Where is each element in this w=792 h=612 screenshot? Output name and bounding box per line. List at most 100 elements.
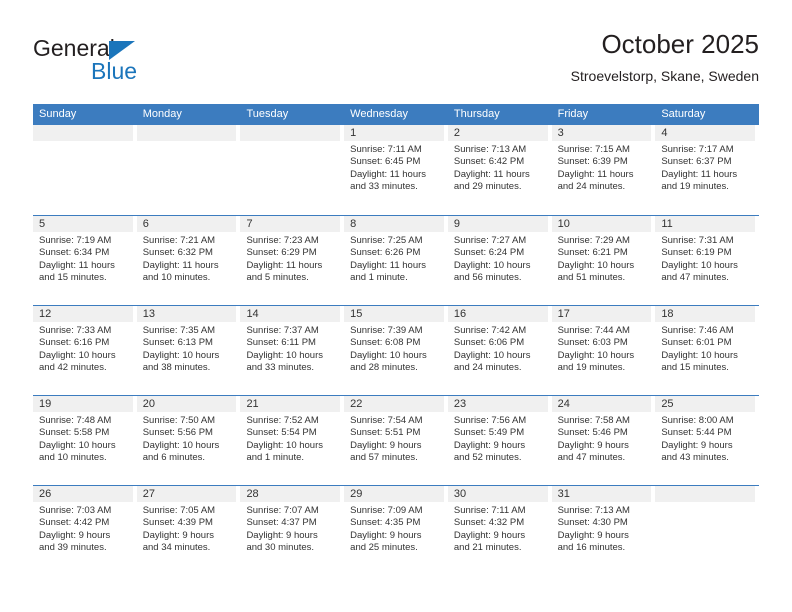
daylight-text-line1: Daylight: 10 hours <box>246 439 324 451</box>
calendar-day-cell[interactable]: 11 Sunrise: 7:31 AM Sunset: 6:19 PM Dayligh… <box>655 216 759 305</box>
calendar-day-cell[interactable]: 21 Sunrise: 7:52 AM Sunset: 5:54 PM Dayligh… <box>240 396 344 485</box>
day-number: 15 <box>344 306 444 322</box>
sunset-text: Sunset: 5:56 PM <box>142 427 213 439</box>
calendar-day-cell[interactable]: 13 Sunrise: 7:35 AM Sunset: 6:13 PM Dayligh… <box>136 306 241 395</box>
day-number: 3 <box>551 125 652 141</box>
daylight-text-line1: Daylight: 9 hours <box>39 529 111 541</box>
sunset-text: Sunset: 6:42 PM <box>453 156 525 168</box>
daylight-text-line2: and 52 minutes. <box>453 452 522 464</box>
daylight-text-line1: Daylight: 11 hours <box>142 259 219 271</box>
day-number: 14 <box>240 306 341 322</box>
day-sun-info: Sunrise: 7:13 AM Sunset: 4:30 PM Daylight:… <box>552 502 652 555</box>
calendar-day-cell[interactable]: 18 Sunrise: 7:46 AM Sunset: 6:01 PM Dayligh… <box>655 306 759 395</box>
sunset-text: Sunset: 6:06 PM <box>453 337 525 349</box>
calendar-day-cell[interactable]: 17 Sunrise: 7:44 AM Sunset: 6:03 PM Dayligh… <box>551 306 656 395</box>
sunrise-text: Sunrise: 7:23 AM <box>246 235 319 246</box>
day-number: 24 <box>551 396 652 412</box>
page-title: October 2025 <box>601 29 759 59</box>
daylight-text-line2: and 21 minutes. <box>453 542 522 554</box>
calendar-day-cell[interactable]: 25 Sunrise: 8:00 AM Sunset: 5:44 PM Dayligh… <box>655 396 759 485</box>
calendar-day-cell[interactable]: 26 Sunrise: 7:03 AM Sunset: 4:42 PM Dayligh… <box>33 486 137 575</box>
sunrise-text: Sunrise: 7:54 AM <box>350 415 423 426</box>
day-number: 17 <box>551 306 652 322</box>
day-number: 16 <box>447 306 548 322</box>
daylight-text-line2: and 47 minutes. <box>661 272 729 284</box>
day-number: 1 <box>344 125 444 141</box>
weekday-header-tuesday: Tuesday <box>246 108 289 120</box>
calendar-weeks: 1 Sunrise: 7:11 AM Sunset: 6:45 PM Daylight… <box>33 125 759 575</box>
calendar-day-cell[interactable]: 27 Sunrise: 7:05 AM Sunset: 4:39 PM Dayligh… <box>136 486 241 575</box>
sunset-text: Sunset: 4:30 PM <box>557 517 628 529</box>
day-sun-info: Sunrise: 8:00 AM Sunset: 5:44 PM Daylight:… <box>655 412 755 465</box>
weekday-header-saturday: Saturday <box>661 108 706 120</box>
calendar-day-cell[interactable]: 8 Sunrise: 7:25 AM Sunset: 6:26 PM Daylight… <box>344 216 448 305</box>
day-number: 11 <box>655 216 756 232</box>
calendar-day-cell[interactable]: 7 Sunrise: 7:23 AM Sunset: 6:29 PM Daylight… <box>240 216 344 305</box>
calendar-day-cell[interactable]: 31 Sunrise: 7:13 AM Sunset: 4:30 PM Dayligh… <box>551 486 656 575</box>
sunset-text: Sunset: 6:21 PM <box>557 247 628 259</box>
daylight-text-line2: and 24 minutes. <box>453 362 522 374</box>
calendar-day-cell[interactable]: 3 Sunrise: 7:15 AM Sunset: 6:39 PM Daylight… <box>551 125 656 215</box>
calendar-day-cell[interactable]: 20 Sunrise: 7:50 AM Sunset: 5:56 PM Dayligh… <box>136 396 241 485</box>
day-sun-info: Sunrise: 7:44 AM Sunset: 6:03 PM Daylight:… <box>552 322 652 375</box>
weekday-header-wednesday: Wednesday <box>350 108 409 120</box>
calendar-day-cell[interactable]: 24 Sunrise: 7:58 AM Sunset: 5:46 PM Dayligh… <box>551 396 656 485</box>
sunrise-text: Sunrise: 7:37 AM <box>246 325 319 336</box>
calendar-day-cell[interactable]: 10 Sunrise: 7:29 AM Sunset: 6:21 PM Dayligh… <box>551 216 656 305</box>
calendar-day-cell[interactable]: 30 Sunrise: 7:11 AM Sunset: 4:32 PM Dayligh… <box>447 486 552 575</box>
day-number: 29 <box>344 486 444 502</box>
calendar-day-cell[interactable]: 28 Sunrise: 7:07 AM Sunset: 4:37 PM Dayligh… <box>240 486 344 575</box>
calendar-day-cell[interactable]: 5 Sunrise: 7:19 AM Sunset: 6:34 PM Daylight… <box>33 216 137 305</box>
daylight-text-line1: Daylight: 10 hours <box>246 349 324 361</box>
calendar-day-cell[interactable]: 16 Sunrise: 7:42 AM Sunset: 6:06 PM Dayligh… <box>447 306 552 395</box>
sunset-text: Sunset: 6:08 PM <box>350 337 421 349</box>
general-blue-logo: General Blue <box>33 36 213 92</box>
day-sun-info: Sunrise: 7:50 AM Sunset: 5:56 PM Daylight:… <box>137 412 237 465</box>
calendar-day-cell[interactable]: 4 Sunrise: 7:17 AM Sunset: 6:37 PM Daylight… <box>655 125 759 215</box>
daylight-text-line1: Daylight: 10 hours <box>39 439 116 451</box>
calendar-day-cell[interactable]: 22 Sunrise: 7:54 AM Sunset: 5:51 PM Dayligh… <box>344 396 448 485</box>
calendar-day-cell[interactable]: 6 Sunrise: 7:21 AM Sunset: 6:32 PM Daylight… <box>136 216 241 305</box>
sunrise-text: Sunrise: 7:50 AM <box>142 415 216 426</box>
sunset-text: Sunset: 4:32 PM <box>453 517 525 529</box>
sunset-text: Sunset: 5:58 PM <box>39 427 110 439</box>
sunset-text: Sunset: 4:35 PM <box>350 517 421 529</box>
day-sun-info: Sunrise: 7:58 AM Sunset: 5:46 PM Daylight:… <box>552 412 652 465</box>
sunrise-text: Sunrise: 7:03 AM <box>39 505 112 516</box>
daylight-text-line2: and 51 minutes. <box>557 272 626 284</box>
sunset-text: Sunset: 6:19 PM <box>661 247 732 259</box>
calendar-day-cell[interactable]: 29 Sunrise: 7:09 AM Sunset: 4:35 PM Dayligh… <box>344 486 448 575</box>
calendar-day-cell[interactable]: 23 Sunrise: 7:56 AM Sunset: 5:49 PM Dayligh… <box>447 396 552 485</box>
calendar-day-cell[interactable]: 2 Sunrise: 7:13 AM Sunset: 6:42 PM Daylight… <box>447 125 552 215</box>
day-number: 31 <box>551 486 652 502</box>
daylight-text-line2: and 10 minutes. <box>142 272 211 284</box>
weekday-header-friday: Friday <box>557 108 589 120</box>
day-number: 13 <box>136 306 237 322</box>
day-sun-info: Sunrise: 7:23 AM Sunset: 6:29 PM Daylight:… <box>240 232 340 285</box>
daylight-text-line2: and 30 minutes. <box>246 542 315 554</box>
daylight-text-line2: and 24 minutes. <box>557 181 626 193</box>
day-number <box>33 125 133 141</box>
day-sun-info: Sunrise: 7:56 AM Sunset: 5:49 PM Daylight:… <box>448 412 548 465</box>
weekday-header-row: Sunday Monday Tuesday Wednesday Thursday… <box>33 104 759 125</box>
day-sun-info: Sunrise: 7:03 AM Sunset: 4:42 PM Daylight:… <box>33 502 133 555</box>
daylight-text-line2: and 1 minute. <box>350 272 408 284</box>
day-sun-info: Sunrise: 7:11 AM Sunset: 4:32 PM Daylight:… <box>448 502 548 555</box>
daylight-text-line2: and 16 minutes. <box>557 542 626 554</box>
sunrise-text: Sunrise: 7:05 AM <box>142 505 216 516</box>
day-number <box>240 125 341 141</box>
sunrise-text: Sunrise: 7:13 AM <box>557 505 630 516</box>
calendar-day-cell[interactable]: 1 Sunrise: 7:11 AM Sunset: 6:45 PM Daylight… <box>344 125 448 215</box>
calendar-day-cell[interactable]: 14 Sunrise: 7:37 AM Sunset: 6:11 PM Dayligh… <box>240 306 344 395</box>
calendar-day-cell[interactable]: 15 Sunrise: 7:39 AM Sunset: 6:08 PM Dayligh… <box>344 306 448 395</box>
sunset-text: Sunset: 6:34 PM <box>39 247 110 259</box>
day-number: 8 <box>344 216 444 232</box>
day-number: 10 <box>551 216 652 232</box>
sunset-text: Sunset: 6:45 PM <box>350 156 421 168</box>
calendar-day-cell[interactable]: 9 Sunrise: 7:27 AM Sunset: 6:24 PM Daylight… <box>447 216 552 305</box>
sunrise-text: Sunrise: 7:33 AM <box>39 325 112 336</box>
daylight-text-line1: Daylight: 9 hours <box>453 529 526 541</box>
calendar-day-cell[interactable]: 12 Sunrise: 7:33 AM Sunset: 6:16 PM Dayligh… <box>33 306 137 395</box>
sunset-text: Sunset: 5:49 PM <box>453 427 525 439</box>
calendar-day-cell[interactable]: 19 Sunrise: 7:48 AM Sunset: 5:58 PM Dayligh… <box>33 396 137 485</box>
